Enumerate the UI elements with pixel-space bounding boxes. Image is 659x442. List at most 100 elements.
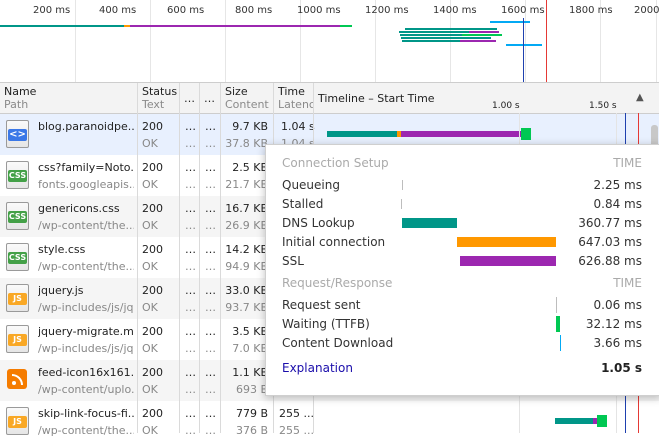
- js-file-icon: JS: [6, 325, 29, 353]
- timing-ssl: SSL 626.88 ms: [282, 254, 642, 268]
- request-content-size: 693 B: [235, 383, 268, 396]
- request-time: 255 ...: [279, 407, 313, 420]
- css-file-icon: CSS: [6, 161, 29, 189]
- request-status-text: OK: [142, 424, 158, 437]
- request-path: /wp-includes/js/jq...: [38, 301, 134, 314]
- column-header-name[interactable]: Name Path: [0, 83, 138, 114]
- request-status: 200: [142, 325, 163, 338]
- request-size: 33.0 KB: [225, 284, 268, 297]
- timeline-tick: 1.50 s: [589, 101, 617, 111]
- timing-queueing: Queueing 2.25 ms: [282, 178, 642, 192]
- overview-timeline[interactable]: 200 ms 400 ms 600 ms 800 ms 1000 ms 1200…: [0, 0, 659, 83]
- request-size: 2.5 KB: [232, 161, 268, 174]
- overview-tick: 1200 ms: [365, 5, 409, 16]
- request-status-text: OK: [142, 137, 158, 150]
- request-status: 200: [142, 366, 163, 379]
- request-name: jquery-migrate.m...: [38, 325, 134, 338]
- request-name: blog.paranoidpe...: [38, 120, 134, 133]
- connection-setup-heading: Connection Setup: [282, 156, 389, 170]
- table-row[interactable]: JS skip-link-focus-fi... /wp-content/the…: [0, 401, 659, 442]
- timing-bar: [556, 316, 560, 332]
- explanation-link[interactable]: Explanation: [282, 361, 353, 375]
- column-header-more-2[interactable]: …: [200, 83, 221, 114]
- timing-bar: [402, 180, 403, 190]
- request-size: 16.7 KB: [225, 202, 268, 215]
- timing-bar: [556, 297, 557, 313]
- request-status-text: OK: [142, 301, 158, 314]
- request-name: css?family=Noto...: [38, 161, 134, 174]
- overview-tick: 200 ms: [33, 5, 71, 16]
- overview-tick: 1600 ms: [501, 5, 545, 16]
- request-status-text: OK: [142, 178, 158, 191]
- request-size: 9.7 KB: [232, 120, 268, 133]
- timing-initial-connection: Initial connection 647.03 ms: [282, 235, 642, 249]
- request-content-size: 93.7 KB: [225, 301, 268, 314]
- timeline-bar[interactable]: [327, 131, 397, 137]
- request-name: feed-icon16x161...: [38, 366, 134, 379]
- request-name: genericons.css: [38, 202, 120, 215]
- overview-tick: 400 ms: [99, 5, 137, 16]
- overview-tick: 1800 ms: [569, 5, 613, 16]
- request-size: 14.2 KB: [225, 243, 268, 256]
- timing-bar: [402, 218, 457, 228]
- request-content-size: 37.8 KB: [225, 137, 268, 150]
- timeline-bar[interactable]: [555, 418, 593, 424]
- css-file-icon: CSS: [6, 243, 29, 271]
- sort-up-icon[interactable]: ▲: [636, 92, 644, 103]
- request-status: 200: [142, 202, 163, 215]
- column-header-status[interactable]: Status Text: [138, 83, 180, 114]
- html-file-icon: <>: [6, 120, 29, 148]
- request-path: /wp-content/the...: [38, 219, 134, 232]
- column-header-more-1[interactable]: …: [180, 83, 200, 114]
- request-content-size: 26.9 KB: [225, 219, 268, 232]
- css-file-icon: CSS: [6, 202, 29, 230]
- request-path: /wp-content/uplo...: [38, 383, 134, 396]
- request-status: 200: [142, 243, 163, 256]
- request-size: 3.5 KB: [232, 325, 268, 338]
- timing-bar: [560, 335, 561, 351]
- timing-bar: [401, 199, 402, 209]
- overview-tick: 600 ms: [167, 5, 205, 16]
- request-time: 1.04 s: [281, 120, 315, 133]
- column-header-timeline[interactable]: Timeline – Start Time 1.00 s 1.50 s ▲: [314, 83, 659, 114]
- js-file-icon: JS: [6, 407, 29, 435]
- request-status: 200: [142, 407, 163, 420]
- overview-tick: 800 ms: [235, 5, 273, 16]
- request-status-text: OK: [142, 260, 158, 273]
- request-path: /wp-includes/js/jq...: [38, 342, 134, 355]
- total-time: 1.05 s: [601, 361, 642, 375]
- timing-bar: [460, 256, 556, 266]
- request-latency: 255 ...: [279, 424, 313, 437]
- column-header-time[interactable]: Time Latenc: [274, 83, 314, 114]
- request-path: /wp-content/the...: [38, 260, 134, 273]
- request-name: skip-link-focus-fi...: [38, 407, 134, 420]
- rss-feed-icon: [6, 366, 29, 394]
- timing-dns-lookup: DNS Lookup 360.77 ms: [282, 216, 642, 230]
- request-status: 200: [142, 120, 163, 133]
- request-size: 1.1 KB: [232, 366, 268, 379]
- timing-popover: Connection Setup TIME Queueing 2.25 ms S…: [265, 144, 659, 396]
- timing-bar: [457, 237, 556, 247]
- timing-waiting-ttfb: Waiting (TTFB) 32.12 ms: [282, 316, 642, 332]
- column-header-size[interactable]: Size Content: [221, 83, 274, 114]
- request-content-size: 7.0 KB: [232, 342, 268, 355]
- request-size: 779 B: [235, 407, 268, 420]
- js-file-icon: JS: [6, 284, 29, 312]
- request-content-size: 21.7 KB: [225, 178, 268, 191]
- request-status: 200: [142, 161, 163, 174]
- timeline-tick: 1.00 s: [492, 101, 520, 111]
- request-path: fonts.googleapis....: [38, 178, 134, 191]
- timing-content-download: Content Download 3.66 ms: [282, 335, 642, 351]
- request-content-size: 94.9 KB: [225, 260, 268, 273]
- timing-request-sent: Request sent 0.06 ms: [282, 297, 642, 313]
- request-status: 200: [142, 284, 163, 297]
- request-response-heading: Request/Response: [282, 276, 393, 290]
- request-name: style.css: [38, 243, 86, 256]
- overview-tick: 2000: [634, 5, 659, 16]
- request-content-size: 376 B: [235, 424, 268, 437]
- timing-stalled: Stalled 0.84 ms: [282, 197, 642, 211]
- request-status-text: OK: [142, 383, 158, 396]
- request-name: jquery.js: [38, 284, 84, 297]
- overview-tick: 1400 ms: [433, 5, 477, 16]
- request-status-text: OK: [142, 342, 158, 355]
